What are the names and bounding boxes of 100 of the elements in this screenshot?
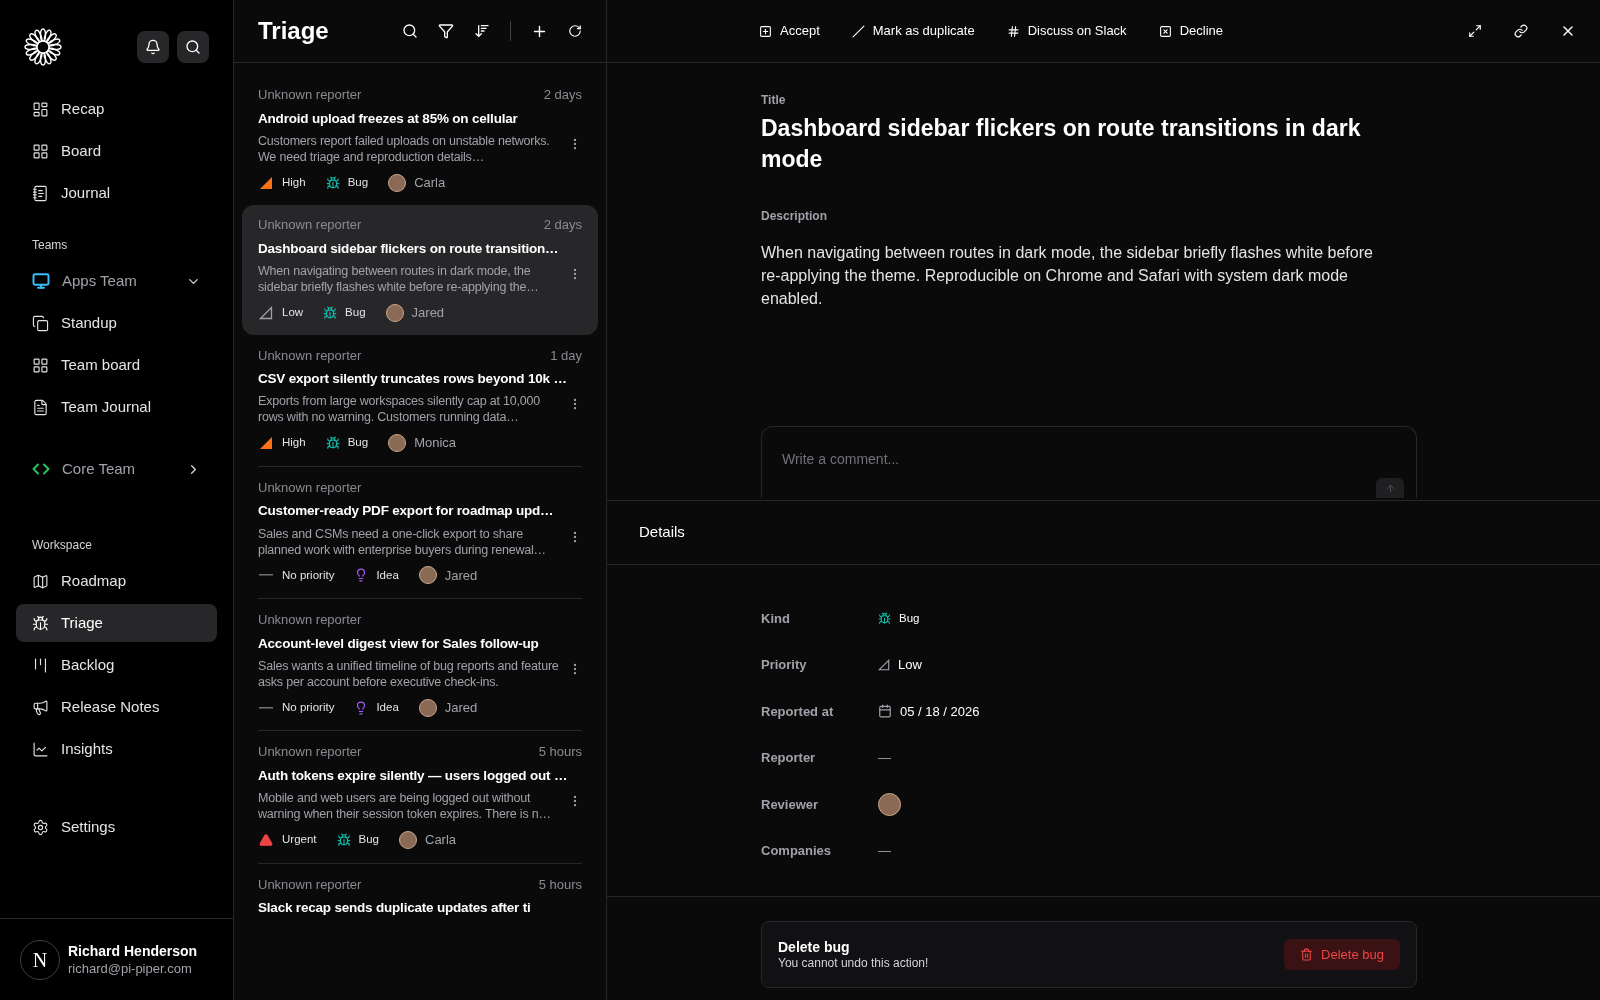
list-title: Triage (258, 16, 330, 46)
section-heading: Workspace (31, 537, 93, 554)
triage-card[interactable]: Unknown reporter 1 day CSV export silently truncates rows beyond 10k … Exports from large workspaces silently cap at 10,000 rows with no warning. Customers running data… High Bug Monica (242, 335, 598, 465)
sort-icon[interactable] (474, 23, 490, 39)
nav-item[interactable]: Team Journal (16, 388, 217, 426)
bug-icon (323, 305, 338, 320)
signal-icon (878, 658, 890, 671)
issue-summary: Sales wants a unified timeline of bug reports and feature asks per account before executive check-ins. (258, 657, 560, 690)
expand-icon[interactable] (1468, 24, 1482, 38)
close-square-icon (1158, 24, 1172, 38)
action-button[interactable]: Decline (1158, 21, 1223, 41)
nav-item[interactable]: Release Notes (16, 688, 217, 726)
document-icon (32, 398, 49, 416)
field-value: — (878, 842, 891, 860)
nav-item[interactable]: Settings (16, 808, 217, 846)
signal-icon (259, 175, 273, 190)
type-label: Bug (347, 174, 369, 190)
nav-item[interactable]: Team board (16, 346, 217, 384)
comment-input[interactable]: Write a comment... (782, 449, 1396, 470)
issue-title: Slack recap sends duplicate updates after ti (258, 899, 532, 917)
action-button[interactable]: Discuss on Slack (1006, 21, 1127, 41)
logo-icon (24, 28, 62, 66)
reporter-text: Unknown reporter (258, 875, 362, 894)
danger-title: Delete bug (778, 938, 851, 955)
avatar (399, 830, 417, 849)
age-text: 2 days (543, 86, 582, 104)
bug-icon (878, 611, 891, 625)
dash-icon (259, 706, 273, 709)
nav-item[interactable]: Standup (16, 304, 217, 342)
issue-title: CSV export silently truncates rows beyond 10k … (258, 370, 568, 388)
link-icon[interactable] (1514, 24, 1528, 38)
section-heading: Teams (31, 237, 69, 254)
type-label: Idea (376, 567, 399, 583)
reporter-text: Unknown reporter (258, 478, 362, 497)
type-label: Idea (376, 699, 399, 715)
chart-icon (32, 740, 49, 758)
priority-label: No priority (282, 699, 335, 715)
delete-button[interactable]: Delete bug (1284, 939, 1400, 970)
age-text: 2 days (543, 216, 582, 235)
nav-item[interactable]: Board (16, 132, 217, 170)
triage-card[interactable]: Unknown reporter 5 hours Auth tokens expire silently — users logged out … Mobile and web users are being logged out without warning when their session token expires. There is n… Urgent Bug Carla (242, 732, 598, 862)
issue-title: Customer-ready PDF export for roadmap upd… (258, 502, 555, 521)
calendar-icon (878, 704, 892, 719)
bug-icon (325, 175, 340, 190)
issue-summary: When navigating between routes in dark mode, the sidebar briefly flashes white before re-applying the… (258, 263, 540, 295)
triage-card[interactable]: Unknown reporter 5 hours Slack recap sends duplicate updates after ti (242, 864, 598, 931)
section-title: Details (639, 522, 685, 543)
priority-label: No priority (282, 567, 335, 583)
assignee-name: Monica (414, 434, 457, 453)
search-button[interactable] (177, 31, 209, 63)
board-icon (32, 656, 49, 674)
search-icon[interactable] (402, 23, 418, 39)
notifications-button[interactable] (137, 31, 169, 63)
issue-description: When navigating between routes in dark mode, the sidebar briefly flashes white before re-applying the theme. Reproducible on Chrome and Safari with system dark mode enabled. (761, 243, 1374, 309)
field-label: Reporter (761, 749, 817, 767)
age-text: 5 hours (538, 743, 582, 762)
signal-icon (259, 436, 273, 450)
reporter-text: Unknown reporter (258, 346, 362, 365)
triage-card[interactable]: Unknown reporter Account-level digest view for Sales follow-up Sales wants a unified timeline of bug reports and feature asks per account before executive check-ins. No priority Idea Jared (242, 600, 598, 730)
bug-icon (325, 436, 340, 450)
type-label: Bug (347, 435, 369, 451)
nav-item[interactable]: Recap (16, 90, 217, 128)
nav-item[interactable]: Backlog (16, 646, 217, 684)
nav-item[interactable]: Roadmap (16, 562, 217, 600)
triage-card[interactable]: Unknown reporter 2 days Android upload freezes at 85% on cellular Customers report failed uploads on unstable networks. We need triage and reproduction details… High Bug Carla (242, 75, 598, 205)
nav-item[interactable]: Journal (16, 174, 217, 212)
field-value: — (878, 749, 891, 767)
reporter-text: Unknown reporter (258, 86, 362, 104)
filter-icon[interactable] (438, 23, 454, 39)
avatar (388, 173, 407, 192)
plus-square-icon (759, 24, 772, 38)
bug-icon (336, 832, 351, 847)
issue-summary: Exports from large workspaces silently cap at 10,000 rows with no warning. Customers running data… (258, 393, 542, 426)
reporter-text: Unknown reporter (258, 611, 362, 629)
issue-title: Dashboard sidebar flickers on route transition… (258, 239, 560, 258)
dash-icon (259, 574, 273, 577)
nav-item[interactable]: Triage (16, 604, 217, 642)
team-item[interactable]: Apps Team (16, 262, 217, 300)
assignee-name: Carla (414, 173, 446, 192)
avatar (878, 792, 901, 816)
action-button[interactable]: Accept (759, 21, 820, 41)
age-text: 5 hours (538, 875, 582, 894)
avatar (418, 698, 437, 717)
comment-field[interactable]: Write a comment... (761, 426, 1417, 498)
issue-title: Dashboard sidebar flickers on route transitions in dark mode (761, 114, 1362, 174)
grid-icon (32, 356, 49, 374)
age-text: 1 day (550, 346, 582, 365)
nav-item[interactable]: Insights (16, 730, 217, 768)
action-button[interactable]: Mark as duplicate (851, 21, 975, 41)
field-label: Priority (761, 656, 808, 674)
team-item[interactable]: Core Team (16, 450, 217, 488)
assignee-name: Jared (444, 698, 478, 717)
priority-value: Low (898, 656, 922, 674)
issue-summary: Sales and CSMs need a one-click export to share planned work with enterprise buyers during renewal… (258, 525, 547, 558)
user-avatar[interactable]: N (20, 939, 60, 980)
type-label: Bug (358, 832, 379, 848)
refresh-icon[interactable] (568, 24, 582, 38)
priority-label: High (282, 435, 306, 451)
triage-card[interactable]: Unknown reporter Customer-ready PDF export for roadmap upd… Sales and CSMs need a one-click export to share planned work with enterprise buyers during renewal… No priority Idea Jared (242, 467, 598, 597)
triage-card[interactable]: Unknown reporter 2 days Dashboard sidebar flickers on route transition… When navigating between routes in dark mode, the sidebar briefly flashes white before re-applying the… Low Bug Jared (242, 205, 598, 335)
